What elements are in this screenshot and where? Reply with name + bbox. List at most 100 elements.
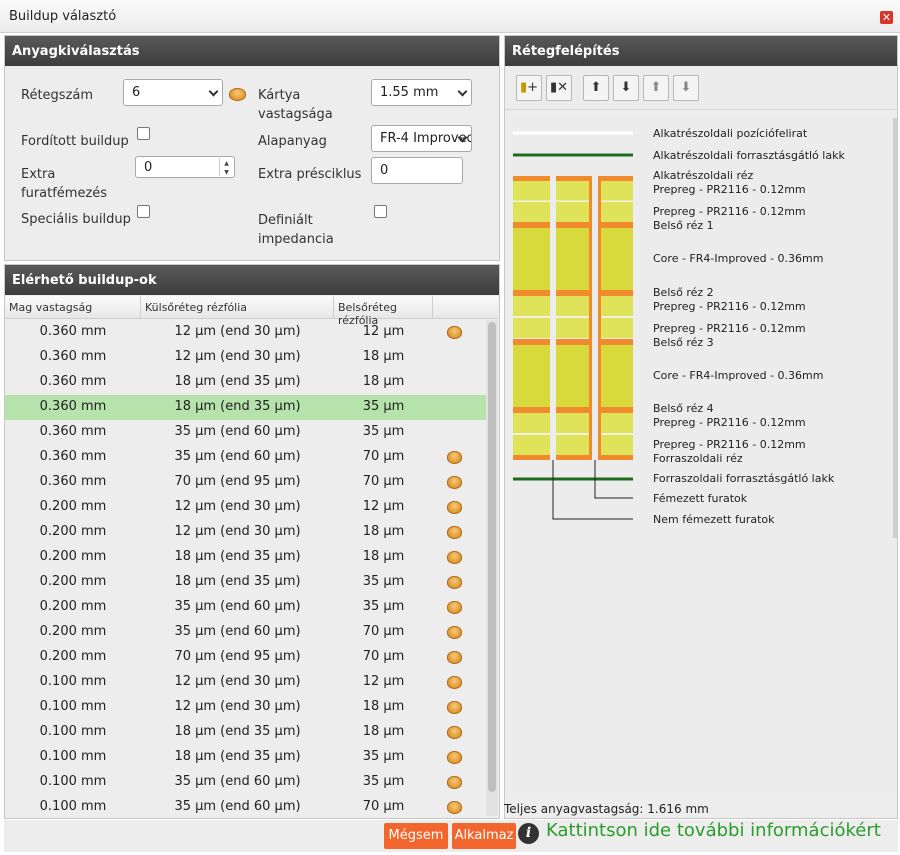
cell-inner-copper: 35 µm (362, 399, 405, 414)
stackup-scrollbar[interactable] (893, 118, 897, 538)
legend-prepreg-3b: Prepreg - PR2116 - 0.12mm (653, 438, 806, 451)
stepper-arrows[interactable]: ▲ ▼ (219, 158, 233, 176)
column-header-core[interactable]: Mag vastagság (5, 296, 141, 319)
base-material-select[interactable]: FR-4 Improved (371, 125, 472, 152)
table-row[interactable]: 0.360 mm 18 µm (end 35 µm) 18 µm (5, 370, 486, 395)
price-coin-icon (447, 726, 462, 739)
price-coin-icon (447, 501, 462, 514)
table-row[interactable]: 0.200 mm 35 µm (end 60 µm) 70 µm (5, 620, 486, 645)
reversed-buildup-checkbox[interactable] (137, 127, 150, 140)
cell-core-thickness: 0.200 mm (39, 549, 107, 564)
move-up-alt-icon[interactable]: ⬆ (643, 75, 669, 101)
table-row[interactable]: 0.200 mm 18 µm (end 35 µm) 18 µm (5, 545, 486, 570)
add-layer-icon[interactable]: ▮+ (516, 75, 542, 101)
table-row[interactable]: 0.100 mm 18 µm (end 35 µm) 35 µm (5, 745, 486, 770)
cell-core-thickness: 0.200 mm (39, 574, 107, 589)
cell-inner-copper: 18 µm (362, 374, 405, 389)
cell-inner-copper: 12 µm (362, 324, 405, 339)
cell-inner-copper: 18 µm (362, 549, 405, 564)
special-buildup-checkbox[interactable] (137, 205, 150, 218)
buildups-table-header: Mag vastagság Külsőréteg rézfólia Belsőr… (5, 296, 498, 327)
table-row[interactable]: 0.200 mm 70 µm (end 95 µm) 70 µm (5, 645, 486, 670)
cell-inner-copper: 18 µm (362, 724, 405, 739)
price-coin-icon (447, 751, 462, 764)
cell-core-thickness: 0.360 mm (39, 424, 107, 439)
extra-plating-label: Extra furatfémezés (21, 167, 108, 201)
extra-press-field[interactable]: 0 (371, 157, 463, 184)
card-thickness-select[interactable]: 1.55 mm (371, 79, 472, 106)
table-row[interactable]: 0.360 mm 35 µm (end 60 µm) 35 µm (5, 420, 486, 445)
cell-inner-copper: 18 µm (362, 524, 405, 539)
extra-plating-stepper[interactable]: 0 ▲ ▼ (135, 156, 235, 178)
cell-outer-copper: 35 µm (end 60 µm) (174, 774, 301, 789)
more-info-link[interactable]: Kattintson ide további információkért (546, 820, 881, 841)
column-header-outer-copper[interactable]: Külsőréteg rézfólia (141, 296, 334, 319)
stackup-panel-header: Rétegfelépítés (505, 36, 897, 66)
column-header-inner-copper[interactable]: Belsőréteg rézfólia (334, 296, 433, 327)
stepper-up-icon[interactable]: ▲ (220, 158, 233, 169)
apply-button[interactable]: Alkalmaz (452, 823, 516, 849)
cell-outer-copper: 12 µm (end 30 µm) (174, 324, 301, 339)
cell-core-thickness: 0.200 mm (39, 499, 107, 514)
table-row[interactable]: 0.100 mm 18 µm (end 35 µm) 18 µm (5, 720, 486, 745)
legend-core-1: Core - FR4-Improved - 0.36mm (653, 252, 824, 265)
cell-outer-copper: 18 µm (end 35 µm) (174, 749, 301, 764)
chevron-down-icon (457, 86, 468, 97)
cell-inner-copper: 35 µm (362, 599, 405, 614)
cancel-button[interactable]: Mégsem (384, 823, 448, 849)
special-buildup-label: Speciális buildup (21, 212, 131, 227)
table-row[interactable]: 0.200 mm 12 µm (end 30 µm) 18 µm (5, 520, 486, 545)
extra-press-label: Extra présciklus (258, 167, 362, 182)
legend-prepreg-1a: Prepreg - PR2116 - 0.12mm (653, 183, 806, 196)
cell-inner-copper: 70 µm (362, 649, 405, 664)
cell-core-thickness: 0.200 mm (39, 624, 107, 639)
stepper-down-icon[interactable]: ▼ (220, 169, 233, 176)
price-coin-icon (447, 326, 462, 339)
move-up-icon[interactable]: ⬆ (583, 75, 609, 101)
buildups-scrollbar-thumb[interactable] (488, 322, 496, 792)
column-header-price (433, 296, 498, 319)
nonplated-holes-leader (552, 460, 633, 520)
table-row[interactable]: 0.200 mm 18 µm (end 35 µm) 35 µm (5, 570, 486, 595)
cell-inner-copper: 35 µm (362, 749, 405, 764)
buildups-panel-header: Elérhető buildup-ok (5, 265, 499, 295)
cell-core-thickness: 0.100 mm (39, 799, 107, 814)
price-coin-icon (447, 801, 462, 814)
reversed-buildup-label: Fordított buildup (21, 134, 129, 149)
price-coin-icon (447, 776, 462, 789)
price-coin-icon (447, 701, 462, 714)
cell-inner-copper: 18 µm (362, 349, 405, 364)
remove-layer-icon[interactable]: ▮✕ (546, 75, 572, 101)
layer-stack (513, 176, 633, 460)
price-coin-icon (447, 576, 462, 589)
move-down-icon[interactable]: ⬇ (613, 75, 639, 101)
table-row[interactable]: 0.360 mm 35 µm (end 60 µm) 70 µm (5, 445, 486, 470)
close-icon[interactable]: ✕ (880, 11, 893, 24)
cell-core-thickness: 0.200 mm (39, 599, 107, 614)
cell-core-thickness: 0.100 mm (39, 724, 107, 739)
layer-count-select[interactable]: 6 (123, 79, 223, 106)
table-row[interactable]: 0.360 mm 12 µm (end 30 µm) 18 µm (5, 345, 486, 370)
table-row[interactable]: 0.360 mm 18 µm (end 35 µm) 35 µm (5, 395, 486, 420)
table-row[interactable]: 0.200 mm 12 µm (end 30 µm) 12 µm (5, 495, 486, 520)
defined-impedance-checkbox[interactable] (374, 205, 387, 218)
table-row[interactable]: 0.360 mm 70 µm (end 95 µm) 70 µm (5, 470, 486, 495)
legend-inner-1: Belső réz 1 (653, 219, 714, 232)
legend-copper-top: Alkatrészoldali réz (653, 169, 754, 182)
cell-inner-copper: 70 µm (362, 624, 405, 639)
chevron-down-icon (208, 86, 219, 97)
defined-impedance-label: Definiált impedancia (258, 213, 334, 247)
table-row[interactable]: 0.360 mm 12 µm (end 30 µm) 12 µm (5, 320, 486, 345)
table-row[interactable]: 0.100 mm 12 µm (end 30 µm) 18 µm (5, 695, 486, 720)
cell-core-thickness: 0.360 mm (39, 374, 107, 389)
table-row[interactable]: 0.100 mm 12 µm (end 30 µm) 12 µm (5, 670, 486, 695)
table-row[interactable]: 0.200 mm 35 µm (end 60 µm) 35 µm (5, 595, 486, 620)
table-row[interactable]: 0.100 mm 35 µm (end 60 µm) 35 µm (5, 770, 486, 795)
cell-core-thickness: 0.360 mm (39, 324, 107, 339)
cell-outer-copper: 18 µm (end 35 µm) (174, 549, 301, 564)
cell-core-thickness: 0.100 mm (39, 699, 107, 714)
cell-outer-copper: 35 µm (end 60 µm) (174, 424, 301, 439)
move-down-alt-icon[interactable]: ⬇ (673, 75, 699, 101)
info-icon[interactable]: i (518, 823, 539, 844)
table-row[interactable]: 0.100 mm 35 µm (end 60 µm) 70 µm (5, 795, 486, 820)
